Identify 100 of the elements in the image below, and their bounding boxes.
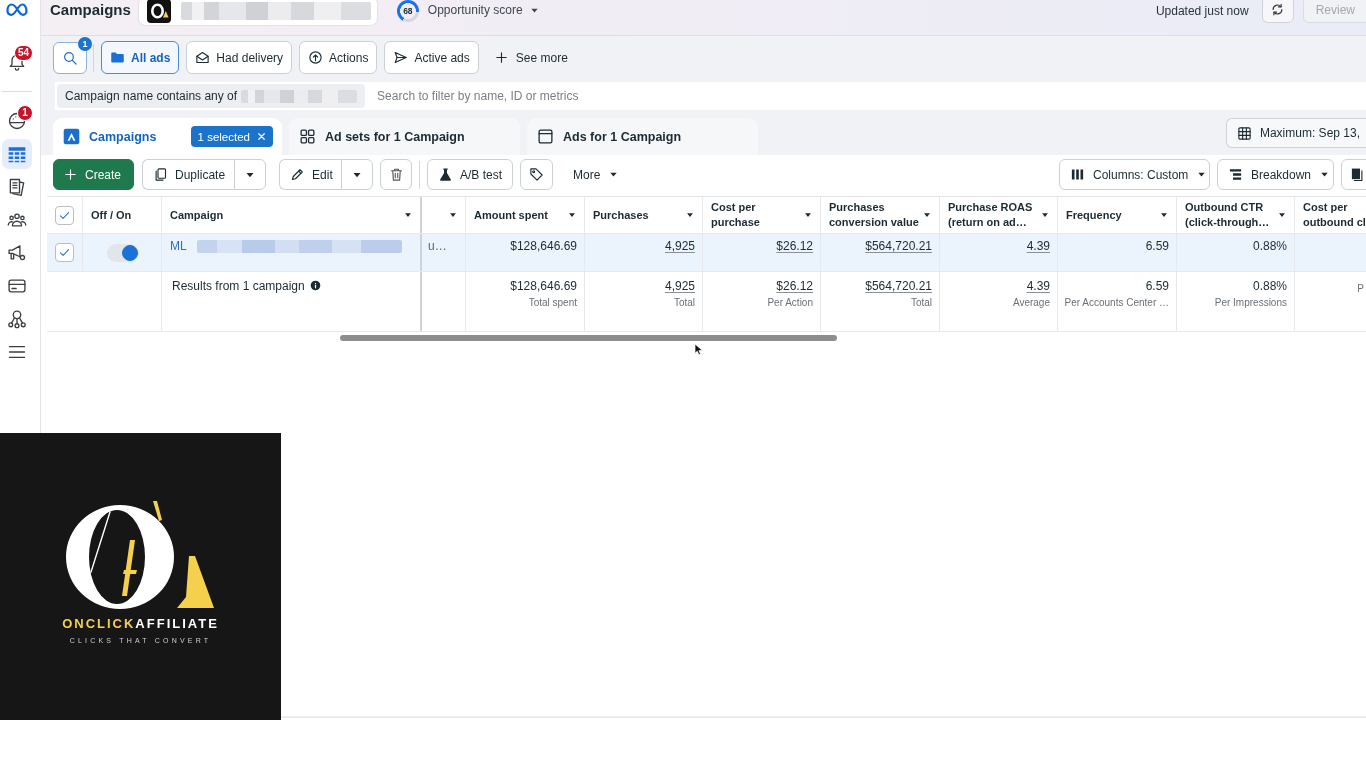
breakdown-icon xyxy=(1228,167,1243,182)
filter-tab[interactable]: Had delivery xyxy=(186,41,293,74)
value-link[interactable]: $564,720.21 xyxy=(865,239,932,253)
table-icon xyxy=(7,144,27,164)
flask-icon xyxy=(438,167,453,182)
column-header[interactable]: Purchases xyxy=(593,207,695,223)
duplicate-button[interactable]: Duplicate xyxy=(142,159,235,190)
folder-icon xyxy=(110,50,125,65)
account-selector[interactable] xyxy=(137,0,378,26)
score-gauge: 68 xyxy=(396,0,419,22)
envelope-icon xyxy=(195,50,211,65)
column-header[interactable]: Off / On xyxy=(91,207,154,223)
pencil-icon xyxy=(290,167,306,182)
column-header[interactable]: Amount spent xyxy=(474,207,577,223)
plus-icon xyxy=(493,50,509,65)
sidebar-button[interactable]: 1 xyxy=(2,106,32,136)
report-icon xyxy=(1349,167,1365,182)
network-icon xyxy=(7,309,27,329)
cell-value: 0.88% xyxy=(1252,239,1287,253)
filter-tab[interactable]: Actions xyxy=(299,41,378,74)
level-tab[interactable]: Campaigns 1 selected xyxy=(53,118,282,155)
see-more-button[interactable]: See more xyxy=(493,41,568,74)
column-header[interactable]: Outbound CTR (click-through… xyxy=(1185,200,1287,230)
table-row[interactable]: ML u… $128,646.69 4,925 $26.12 $564,720.21 4.39 6.59 0.88% xyxy=(47,234,1366,272)
brand-name: ONCLICKAFFILIATE xyxy=(62,616,219,632)
search-icon xyxy=(62,49,78,66)
cell-value: 0.88% xyxy=(1252,279,1287,293)
copy-icon xyxy=(153,167,169,182)
create-button[interactable]: Create xyxy=(53,159,135,190)
cell-note: Per Impressions xyxy=(1214,297,1287,309)
tag-button[interactable] xyxy=(520,159,554,190)
column-header[interactable]: Cost per purchase xyxy=(711,200,813,230)
cell-note: Per Accounts Center … xyxy=(1064,297,1169,309)
breakdown-button[interactable]: Breakdown xyxy=(1217,159,1334,190)
cell-note: Average xyxy=(1012,297,1050,309)
filter-tab[interactable]: All ads xyxy=(101,41,180,74)
level-tab[interactable]: Ad sets for 1 Campaign xyxy=(289,118,520,155)
value-link[interactable]: 4.39 xyxy=(1026,279,1050,293)
cell-note: Total spent xyxy=(528,297,577,309)
cell-note: Per Action xyxy=(767,297,813,309)
edit-button[interactable]: Edit xyxy=(279,159,342,190)
column-header[interactable]: Frequency xyxy=(1066,207,1169,223)
value-link[interactable]: 4,925 xyxy=(664,239,695,253)
close-icon[interactable] xyxy=(256,131,267,142)
selection-chip[interactable]: 1 selected xyxy=(190,126,273,147)
people-icon xyxy=(7,210,27,230)
more-button[interactable]: More xyxy=(563,159,630,190)
value-link[interactable]: 4.39 xyxy=(1026,239,1050,253)
grid-icon xyxy=(299,128,316,145)
date-range-button[interactable]: Maximum: Sep 13, xyxy=(1225,118,1366,148)
updated-text: Updated just now xyxy=(1155,4,1249,18)
columns-icon xyxy=(1070,167,1085,182)
refresh-button[interactable] xyxy=(1261,0,1294,23)
page-title: Campaigns xyxy=(50,1,131,19)
cell-value: $128,646.69 xyxy=(510,239,577,253)
pages-icon xyxy=(7,177,27,197)
cursor-icon xyxy=(693,341,705,358)
column-header[interactable]: Purchase ROAS (return on ad… xyxy=(948,200,1050,230)
scrollbar-thumb[interactable] xyxy=(340,335,837,341)
tag-icon xyxy=(529,167,545,182)
value-link[interactable]: $26.12 xyxy=(776,239,813,253)
cell-value: u… xyxy=(428,239,447,253)
column-header[interactable]: Purchases conversion value xyxy=(829,200,932,230)
level-tab[interactable]: Ads for 1 Campaign xyxy=(527,118,758,155)
sidebar-button[interactable] xyxy=(2,139,32,169)
reports-button[interactable] xyxy=(1341,159,1366,190)
window-icon xyxy=(537,128,554,145)
calendar-icon xyxy=(1236,125,1252,141)
checkbox[interactable] xyxy=(55,243,74,262)
opportunity-score-button[interactable]: Opportunity score xyxy=(427,3,540,17)
tile-icon xyxy=(63,128,80,145)
megaphone-icon xyxy=(7,243,27,263)
columns-button[interactable]: Columns: Custom xyxy=(1059,159,1210,190)
sidebar-button[interactable]: 54 xyxy=(2,46,32,76)
campaign-link[interactable]: ML xyxy=(170,239,187,253)
cell-value: 6.59 xyxy=(1145,279,1169,293)
cell-value: 6.59 xyxy=(1145,239,1169,253)
refresh-icon xyxy=(1270,2,1286,17)
value-link[interactable]: $26.12 xyxy=(776,279,813,293)
toggle-switch[interactable] xyxy=(106,243,139,262)
info-icon[interactable] xyxy=(309,280,321,291)
cell-note: Total xyxy=(673,297,695,309)
filter-tab[interactable]: Active ads xyxy=(384,41,479,74)
checkbox[interactable] xyxy=(55,205,74,225)
column-header[interactable]: Campaign xyxy=(170,207,413,223)
value-link[interactable]: $564,720.21 xyxy=(865,279,932,293)
column-header[interactable]: Cost per outbound cl xyxy=(1303,200,1366,230)
delete-button[interactable] xyxy=(380,159,413,190)
cell-value: $128,646.69 xyxy=(510,279,577,293)
meta-logo-icon[interactable] xyxy=(5,3,29,17)
value-link[interactable]: 4,925 xyxy=(664,279,695,293)
ab-test-button[interactable]: A/B test xyxy=(427,159,514,190)
plus-icon xyxy=(63,167,78,182)
filter-chip[interactable]: Campaign name contains any of xyxy=(57,84,366,108)
summary-label: Results from 1 campaign xyxy=(172,279,305,293)
search-field[interactable]: Campaign name contains any of Search to filter by name, ID or metrics xyxy=(55,82,1366,110)
send-icon xyxy=(393,50,409,65)
logo-icon xyxy=(64,500,215,610)
notification-badge: 54 xyxy=(13,45,33,61)
cell-note: Total xyxy=(910,297,932,309)
